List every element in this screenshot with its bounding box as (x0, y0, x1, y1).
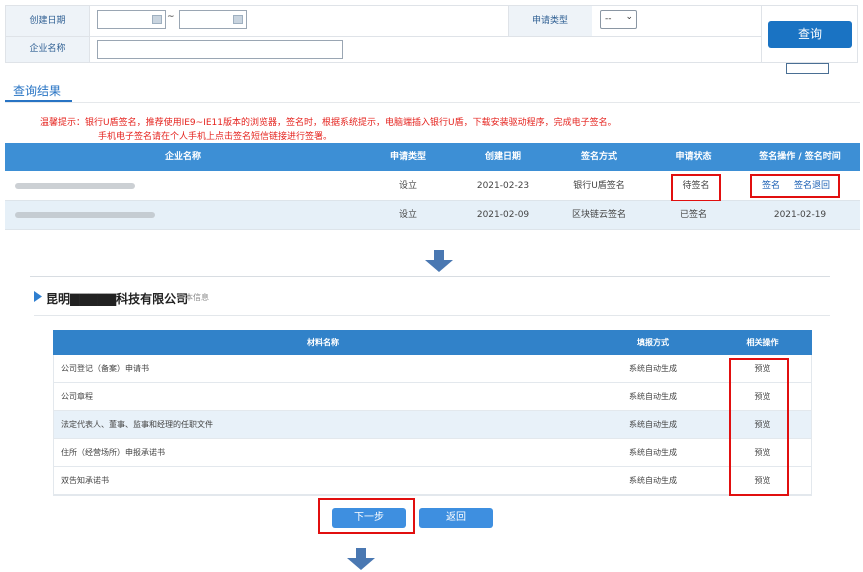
apply-type-label: 申请类型 (508, 6, 592, 36)
sign-time: 2021-02-19 (773, 210, 827, 220)
materials-table-header: 材料名称 填报方式 相关操作 (53, 330, 812, 355)
basic-info-label: 基本信息 (177, 293, 209, 302)
col-create-date: 创建日期 (484, 152, 521, 162)
down-arrow-icon (347, 548, 375, 570)
blurred-company-name (15, 212, 155, 218)
table-row: 设立 2021-02-09 区块链云签名 已签名 2021-02-19 (5, 201, 860, 230)
sign-link[interactable]: 签名 (757, 171, 785, 201)
down-arrow-icon (425, 250, 453, 272)
create-date-label: 创建日期 (6, 6, 89, 36)
start-date-input[interactable] (97, 10, 166, 29)
tab-query-results[interactable]: 查询结果 (13, 82, 61, 99)
query-button[interactable]: 查询 (768, 21, 852, 48)
company-name-input[interactable] (97, 40, 343, 59)
col-apply-type: 申请类型 (389, 152, 426, 162)
col-material-name: 材料名称 (307, 338, 339, 347)
col-company-name: 企业名称 (164, 152, 201, 162)
status-badge-pending: 待签名 (671, 174, 721, 202)
next-step-button[interactable]: 下一步 (332, 508, 406, 528)
status-signed: 已签名 (679, 210, 707, 220)
results-table-header: 企业名称 申请类型 创建日期 签名方式 申请状态 签名操作 / 签名时间 (5, 143, 860, 171)
table-row: 设立 2021-02-23 银行U盾签名 待签名 签名 签名退回 (5, 171, 860, 202)
sign-return-link[interactable]: 签名退回 (787, 171, 837, 201)
calendar-icon[interactable] (233, 15, 243, 24)
company-name-label: 企业名称 (6, 37, 89, 62)
col-fill-mode: 填报方式 (637, 338, 669, 347)
col-related-op: 相关操作 (746, 338, 779, 347)
date-separator: ~ (167, 12, 175, 22)
apply-type-select[interactable]: -- ⌄ (600, 10, 637, 29)
section-marker-icon (34, 291, 42, 302)
back-button[interactable]: 返回 (419, 508, 493, 528)
warning-text-2: 手机电子签名请在个人手机上点击签名短信链接进行签署。 (98, 132, 333, 142)
col-sign-op: 签名操作 / 签名时间 (759, 152, 841, 162)
preview-column-highlight (729, 358, 789, 496)
calendar-icon[interactable] (152, 15, 162, 24)
small-outline-box (786, 63, 829, 74)
col-status: 申请状态 (675, 152, 712, 162)
company-title: 昆明▇▇▇▇▇科技有限公司 (46, 292, 189, 306)
chevron-down-icon: ⌄ (625, 12, 633, 22)
end-date-input[interactable] (179, 10, 247, 29)
col-sign-method: 签名方式 (580, 152, 617, 162)
blurred-company-name (15, 183, 135, 189)
warning-text-1: 温馨提示：银行U盾签名，推荐使用IE9~IE11版本的浏览器，签名时，根据系统提… (40, 118, 617, 128)
